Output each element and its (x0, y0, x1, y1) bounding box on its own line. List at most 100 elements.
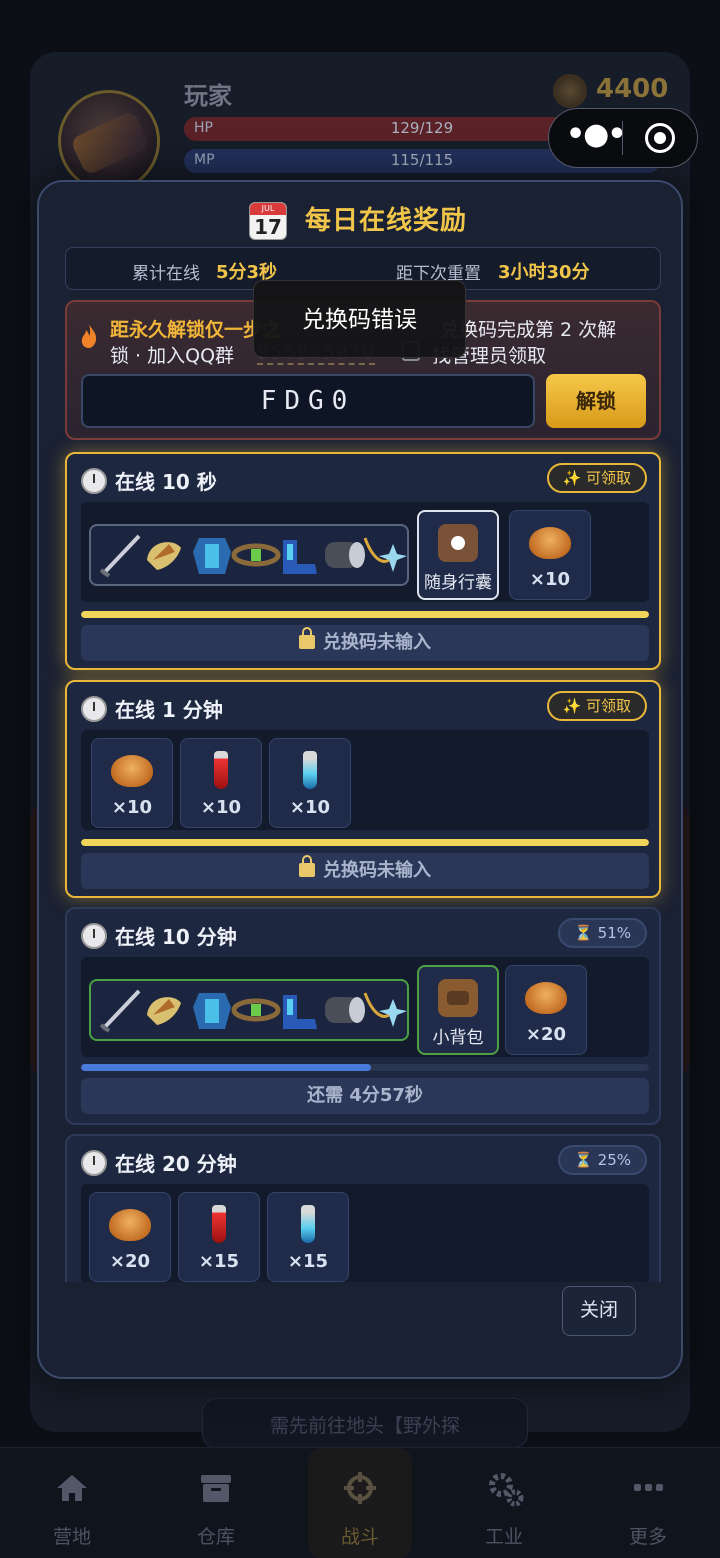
reward-panel: ×10 ×10 ×10 (81, 730, 649, 830)
reward-panel: 小背包 ×20 (81, 957, 649, 1057)
red-potion-icon (179, 1203, 259, 1245)
progress-badge: ⏳ 51% (558, 918, 647, 948)
stopwatch-icon (81, 468, 107, 494)
tier-title: 在线 10 分钟 (81, 921, 237, 950)
lock-icon (299, 855, 315, 877)
nav-industry[interactable]: 工业 (452, 1448, 556, 1558)
tier-20min: 在线 20 分钟 ⏳ 25% ×20 ×15 ×15 (65, 1134, 661, 1282)
tier-title: 在线 10 秒 (81, 466, 217, 495)
claimable-badge[interactable]: ✨ 可领取 (546, 691, 647, 721)
blue-potion-icon (268, 1203, 348, 1245)
belt-icon (231, 998, 281, 1022)
progress-fill (81, 839, 649, 846)
tier-10min: 在线 10 分钟 ⏳ 51% 小背包 ×20 还需 4分57秒 (65, 907, 661, 1125)
amulet-icon (363, 537, 407, 572)
boots-icon (283, 995, 317, 1029)
shoulder-armor-icon (147, 542, 181, 570)
target-close-icon[interactable] (645, 123, 675, 153)
nav-camp[interactable]: 营地 (20, 1448, 124, 1558)
tier-10s: 在线 10 秒 ✨ 可领取 随身行囊 ×10 兑换码未输入 (65, 452, 661, 670)
nav-label: 更多 (628, 1526, 667, 1548)
footer-text: 兑换码未输入 (323, 632, 431, 653)
sword-icon (99, 534, 141, 578)
item-travel-pack[interactable]: 随身行囊 (417, 510, 499, 600)
item-blue-potion[interactable]: ×10 (269, 738, 351, 828)
nav-label: 营地 (52, 1526, 91, 1548)
tier-title-text: 在线 10 分钟 (115, 925, 237, 949)
equipment-set (89, 524, 409, 586)
error-toast: 兑换码错误 (253, 280, 466, 358)
player-name: 玩家 (184, 82, 232, 110)
progress-fill (81, 1064, 371, 1071)
item-bread[interactable]: ×10 (509, 510, 591, 600)
blue-potion-icon (270, 749, 350, 791)
nav-more[interactable]: 更多 (596, 1448, 700, 1558)
tier-progress (81, 611, 649, 618)
unlock-button[interactable]: 解锁 (546, 374, 646, 428)
reward-panel: ×20 ×15 ×15 (81, 1184, 649, 1282)
background-action-button[interactable]: 需先前往地头【野外探 (202, 1398, 528, 1448)
badge-text: 51% (597, 924, 631, 942)
item-red-potion[interactable]: ×15 (178, 1192, 260, 1282)
more-dots-icon[interactable]: •●• (566, 120, 627, 152)
nav-label: 战斗 (340, 1526, 379, 1548)
sword-icon (99, 989, 141, 1033)
reward-panel: 随身行囊 ×10 (81, 502, 649, 602)
nav-battle[interactable]: 战斗 (308, 1448, 412, 1558)
red-potion-icon (181, 749, 261, 791)
footer-text: 还需 4分57秒 (307, 1085, 423, 1106)
item-bread[interactable]: ×20 (505, 965, 587, 1055)
tier-title: 在线 20 分钟 (81, 1148, 237, 1177)
reset-value: 3小时30分 (498, 262, 590, 283)
footer-text: 兑换码未输入 (323, 860, 431, 881)
equipment-set (89, 979, 409, 1041)
item-bread[interactable]: ×10 (91, 738, 173, 828)
tier-footer[interactable]: 兑换码未输入 (81, 853, 649, 889)
item-blue-potion[interactable]: ×15 (267, 1192, 349, 1282)
shoulder-armor-icon (147, 997, 181, 1025)
modal-title: 每日在线奖励 (304, 206, 467, 236)
tier-title-text: 在线 20 分钟 (115, 1152, 237, 1176)
stopwatch-icon (81, 923, 107, 949)
tier-title: 在线 1 分钟 (81, 694, 223, 723)
stopwatch-icon (81, 1150, 107, 1176)
item-small-backpack[interactable]: 小背包 (417, 965, 499, 1055)
tier-progress (81, 1064, 649, 1071)
bread-icon (90, 1203, 170, 1245)
tier-20min-clip: 在线 20 分钟 ⏳ 25% ×20 ×15 ×15 (65, 1134, 661, 1282)
avatar[interactable] (58, 90, 160, 192)
tier-title-text: 在线 10 秒 (115, 470, 217, 494)
item-name: 随身行囊 (424, 573, 492, 593)
nav-label: 仓库 (196, 1526, 235, 1548)
gold-amount: 4400 (596, 74, 669, 104)
boots-icon (283, 540, 317, 574)
badge-text: 25% (597, 1151, 631, 1169)
lock-icon (299, 627, 315, 649)
bottom-nav: 营地 仓库 战斗 工业 更多 (0, 1447, 720, 1558)
progress-badge: ⏳ 25% (558, 1145, 647, 1175)
game-screen: 玩家 4400 HP 129/129 MP 115/115 需先前往地头【野外探… (0, 0, 720, 1558)
tier-title-text: 在线 1 分钟 (115, 698, 223, 722)
storage-box-icon (198, 1470, 234, 1506)
crosshair-icon (342, 1470, 378, 1506)
gears-icon (486, 1470, 524, 1507)
medical-bag-icon (419, 522, 497, 564)
item-red-potion[interactable]: ×10 (180, 738, 262, 828)
claimable-badge[interactable]: ✨ 可领取 (546, 463, 647, 493)
item-qty: ×15 (287, 1251, 329, 1272)
badge-text: 可领取 (585, 697, 631, 715)
capsule-divider (622, 121, 623, 155)
item-bread[interactable]: ×20 (89, 1192, 171, 1282)
more-dots-icon (630, 1470, 666, 1506)
tier-footer[interactable]: 兑换码未输入 (81, 625, 649, 661)
redeem-code-input[interactable]: FDG0 (81, 374, 535, 428)
item-qty: ×10 (289, 797, 331, 818)
coin-icon (553, 74, 587, 108)
nav-label: 工业 (484, 1526, 523, 1548)
badge-text: 可领取 (585, 469, 631, 487)
nav-storage[interactable]: 仓库 (164, 1448, 268, 1558)
unlock-text-line2: 锁 · 加入QQ群 (110, 345, 235, 367)
online-label: 累计在线 (132, 264, 200, 284)
close-button[interactable]: 关闭 (562, 1286, 636, 1336)
item-qty: ×10 (111, 797, 153, 818)
